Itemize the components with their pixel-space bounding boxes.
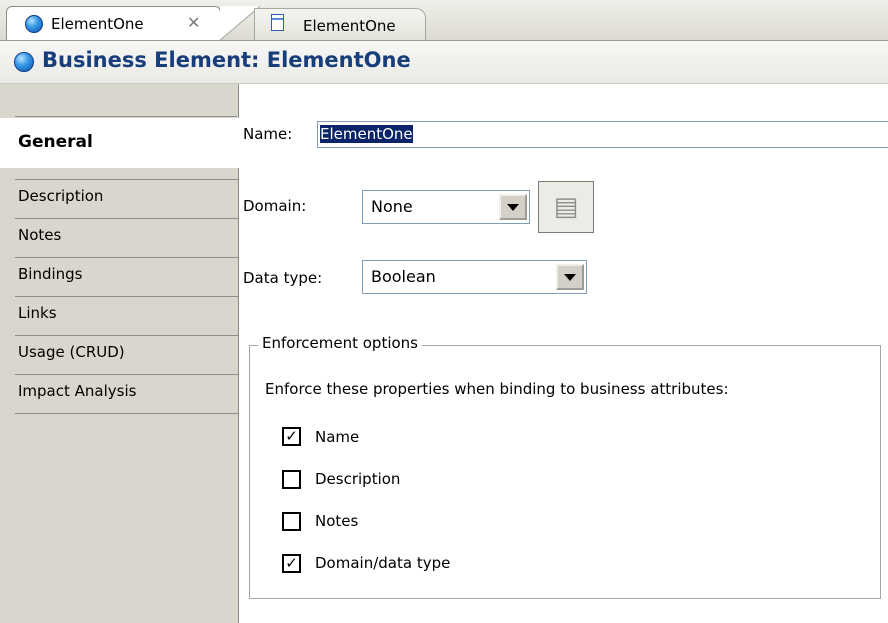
sidebar-divider [15, 116, 237, 117]
enforce-name-checkbox[interactable]: ✓ [282, 427, 301, 446]
page-title: Business Element: ElementOne [42, 48, 411, 72]
domain-combo[interactable]: None [362, 190, 530, 224]
name-label: Name: [243, 125, 293, 143]
sidebar-item-description[interactable]: Description [15, 179, 238, 218]
editor-header: Business Element: ElementOne [0, 41, 888, 84]
domain-properties-button[interactable]: ▤ [538, 181, 594, 233]
domain-label: Domain: [243, 197, 307, 215]
chevron-down-icon [507, 203, 519, 211]
domain-dropdown-button[interactable] [499, 194, 527, 220]
enforce-description-checkbox[interactable] [282, 470, 301, 489]
enforcement-group-title: Enforcement options [258, 334, 422, 352]
datatype-combo[interactable]: Boolean [362, 260, 587, 294]
close-icon[interactable]: ✕ [187, 13, 200, 32]
sidebar-item-notes[interactable]: Notes [15, 218, 238, 257]
section-sidebar: General Description Notes Bindings Links… [0, 84, 239, 623]
name-value: ElementOne [320, 125, 413, 143]
tab-label: ElementOne [51, 15, 144, 33]
chevron-down-icon [564, 273, 576, 281]
tab-elementone-business[interactable]: ElementOne ✕ [6, 6, 260, 40]
enforcement-instruction: Enforce these properties when binding to… [265, 380, 729, 398]
datatype-dropdown-button[interactable] [556, 264, 584, 290]
document-icon [271, 14, 284, 31]
sidebar-divider [15, 413, 238, 414]
enforce-domain-checkbox[interactable]: ✓ [282, 554, 301, 573]
name-input[interactable]: ElementOne [317, 121, 888, 148]
domain-value: None [371, 197, 413, 216]
enforce-domain-label: Domain/data type [315, 554, 451, 572]
enforce-notes-label: Notes [315, 512, 359, 530]
sidebar-item-usage[interactable]: Usage (CRUD) [15, 335, 238, 374]
sidebar-item-impact-analysis[interactable]: Impact Analysis [15, 374, 238, 413]
sidebar-item-bindings[interactable]: Bindings [15, 257, 238, 296]
tab-label: ElementOne [303, 17, 396, 35]
enforce-notes-checkbox[interactable] [282, 512, 301, 531]
enforce-description-label: Description [315, 470, 401, 488]
tab-elementone-document[interactable]: ElementOne [254, 8, 426, 40]
editor-tab-bar: ElementOne ✕ ElementOne [0, 0, 888, 41]
datatype-label: Data type: [243, 269, 323, 287]
sidebar-item-links[interactable]: Links [15, 296, 238, 335]
globe-icon [25, 15, 43, 33]
sidebar-item-general[interactable]: General [0, 118, 239, 168]
properties-icon: ▤ [553, 192, 579, 222]
enforce-name-label: Name [315, 428, 360, 446]
datatype-value: Boolean [371, 267, 436, 286]
globe-icon [14, 52, 34, 72]
